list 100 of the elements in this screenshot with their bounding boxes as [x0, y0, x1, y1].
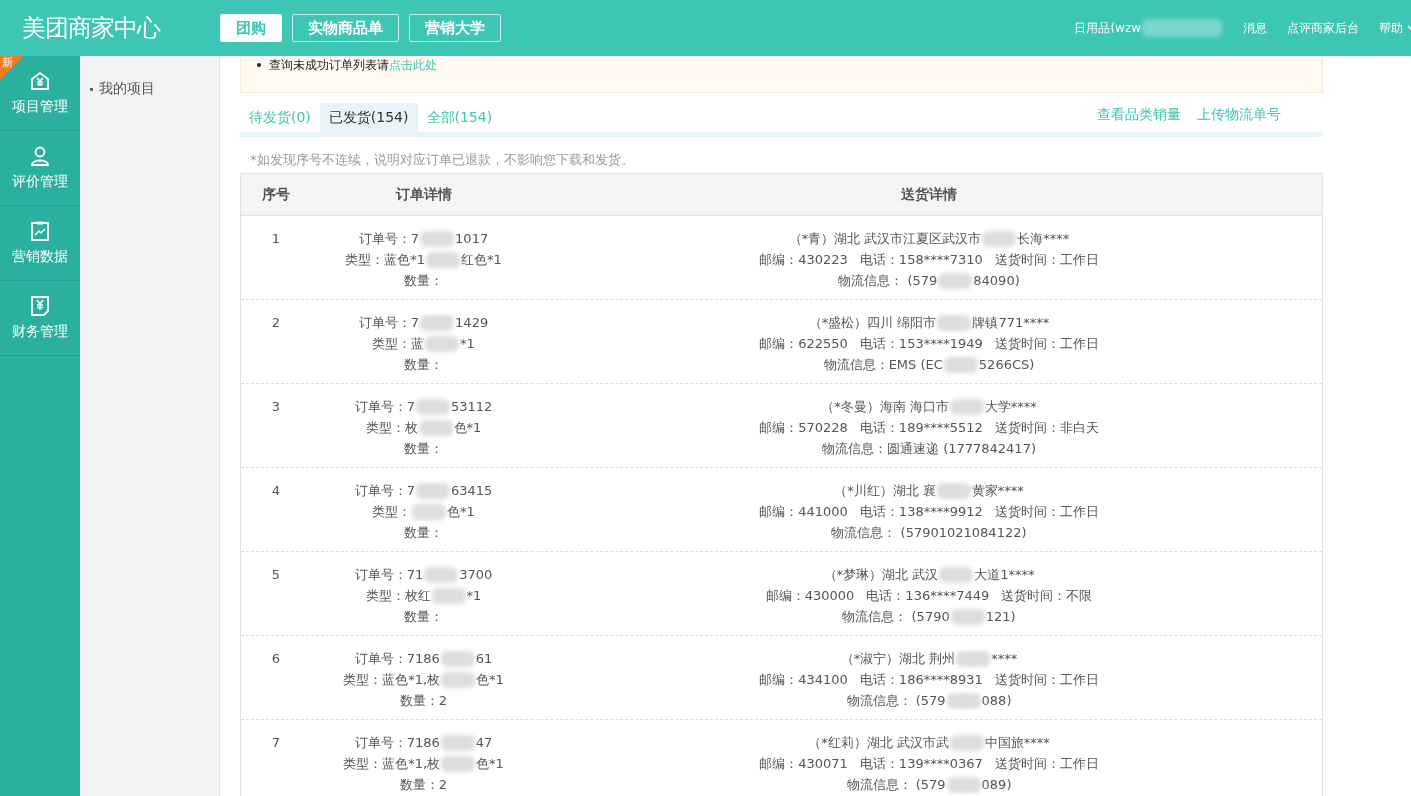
order-detail-text: 数量： [404, 272, 443, 290]
column-header: 序号 [261, 184, 291, 204]
order-detail-text: 红色*1 [461, 251, 502, 269]
postcode-text: 邮编：430223 [759, 251, 848, 269]
address-text: （*淑宁）湖北 荆州 [840, 650, 956, 668]
tab[interactable]: 已发货(154) [319, 103, 418, 132]
order-detail-text: 订单号：7186 [354, 734, 440, 752]
order-detail-text: 类型：枚红 [365, 587, 431, 605]
address-text: （*川红）湖北 襄 [834, 482, 936, 500]
order-detail-text: *1 [460, 335, 475, 353]
redaction-mark [420, 314, 455, 331]
column-header: 订单详情 [394, 184, 453, 204]
order-detail-text: 63415 [450, 482, 493, 500]
address-text: 中国旅**** [984, 734, 1050, 752]
person-icon [29, 145, 51, 167]
table-cell-text: 1 [270, 230, 282, 248]
bullet-icon [257, 63, 261, 67]
redaction-mark [950, 608, 985, 625]
logistics-text: 物流信息： (579 [838, 272, 938, 290]
redaction-mark [420, 230, 455, 247]
order-detail-text: 数量： [404, 608, 443, 626]
phone-text: 电话：186****8931 [859, 671, 983, 689]
tab[interactable]: 全部(154) [417, 103, 502, 132]
order-detail-text: 1429 [455, 314, 489, 332]
logistics-text: 物流信息： (5790 [842, 608, 950, 626]
order-detail-text: 数量： [404, 440, 443, 458]
order-detail-text: *1 [466, 587, 482, 605]
address-text: 长海**** [1017, 230, 1070, 248]
nav-item[interactable]: 新 项目管理 [0, 56, 80, 131]
redaction-mark [418, 419, 453, 436]
notice-link[interactable]: 点击此处 [389, 57, 437, 72]
order-detail-text: 61 [475, 650, 493, 668]
redaction-mark [949, 734, 984, 751]
logo: 美团商家中心 [22, 13, 162, 44]
address-text: （*青）湖北 武汉市江夏区武汉市 [788, 230, 982, 248]
order-detail-text: 色*1 [476, 755, 504, 773]
logistics-text: 121) [985, 608, 1016, 626]
address-text: **** [991, 650, 1018, 668]
logistics-text: 物流信息： (57901021084122) [831, 524, 1027, 542]
address-text: （*红莉）湖北 武汉市武 [808, 734, 949, 752]
action-link[interactable]: 上传物流单号 [1197, 105, 1281, 124]
postcode-text: 邮编：430071 [759, 755, 848, 773]
sub-nav-link[interactable]: 我的项目 [99, 80, 155, 98]
redaction-mark [412, 503, 447, 520]
redaction-mark [441, 755, 476, 772]
action-link[interactable]: 查看品类销量 [1097, 105, 1181, 124]
table-cell-text: 5 [270, 566, 282, 584]
yen-document-icon [29, 295, 51, 317]
header-tab[interactable]: 营销大学 [409, 14, 501, 42]
header-link[interactable]: 点评商家后台 [1287, 19, 1359, 37]
header-tab[interactable]: 实物商品单 [292, 14, 399, 42]
tab[interactable]: 待发货(0) [240, 103, 320, 132]
user-name[interactable]: 日用品(wzw [1074, 19, 1141, 37]
redaction-mark [426, 251, 460, 268]
nav-label[interactable]: 财务管理 [12, 323, 68, 341]
redaction-mark [440, 734, 475, 751]
hint-text: *如发现序号不连续，说明对应订单已退款，不影响您下载和发货。 [249, 151, 635, 169]
nav-label[interactable]: 项目管理 [12, 98, 68, 116]
redaction-mark [946, 692, 981, 709]
help-menu[interactable]: 帮助 [1379, 19, 1411, 37]
delivery-time-text: 送货时间：工作日 [994, 755, 1099, 773]
column-header: 送货详情 [900, 184, 958, 204]
delivery-time-text: 送货时间：工作日 [994, 503, 1099, 521]
clipboard-chart-icon [29, 220, 51, 242]
order-detail-text: 数量： [404, 356, 443, 374]
phone-text: 电话：153****1949 [859, 335, 983, 353]
redaction-mark [425, 335, 460, 352]
delivery-time-text: 送货时间：工作日 [994, 251, 1099, 269]
house-yen-icon [29, 70, 51, 92]
redaction-mark [982, 230, 1017, 247]
order-detail-text: 数量：2 [399, 776, 448, 794]
redaction-mark [424, 566, 459, 583]
order-detail-text: 类型： [372, 503, 412, 521]
redaction-mark [949, 398, 984, 415]
nav-label[interactable]: 营销数据 [12, 248, 68, 266]
address-text: （*冬曼）海南 海口市 [821, 398, 949, 416]
redaction-mark [946, 776, 981, 793]
redaction-mark [431, 587, 466, 604]
order-detail-text: 类型：蓝色*1,枚 [343, 755, 441, 773]
redaction-mark [938, 272, 973, 289]
phone-text: 电话：138****9912 [859, 503, 983, 521]
phone-text: 电话：158****7310 [859, 251, 983, 269]
logistics-text: 物流信息：EMS (EC [823, 356, 943, 374]
order-detail-text: 类型：蓝色*1,枚 [343, 671, 441, 689]
order-detail-text: 订单号：7 [354, 482, 415, 500]
address-text: 牌镇771**** [972, 314, 1050, 332]
order-detail-text: 类型：蓝色*1 [345, 251, 425, 269]
order-detail-text: 色*1 [453, 419, 482, 437]
nav-label[interactable]: 评价管理 [12, 173, 68, 191]
header-link[interactable]: 消息 [1243, 19, 1267, 37]
header-tab[interactable]: 团购 [220, 14, 282, 42]
order-detail-text: 订单号：71 [354, 566, 424, 584]
order-detail-text: 订单号：7 [358, 314, 420, 332]
postcode-text: 邮编：434100 [759, 671, 848, 689]
table-cell-text: 4 [270, 482, 282, 500]
table-cell-text: 6 [270, 650, 282, 668]
logistics-text: 84090) [973, 272, 1020, 290]
order-detail-text: 数量：2 [399, 692, 448, 710]
address-text: 大道1**** [974, 566, 1035, 584]
redaction-mark [415, 482, 450, 499]
